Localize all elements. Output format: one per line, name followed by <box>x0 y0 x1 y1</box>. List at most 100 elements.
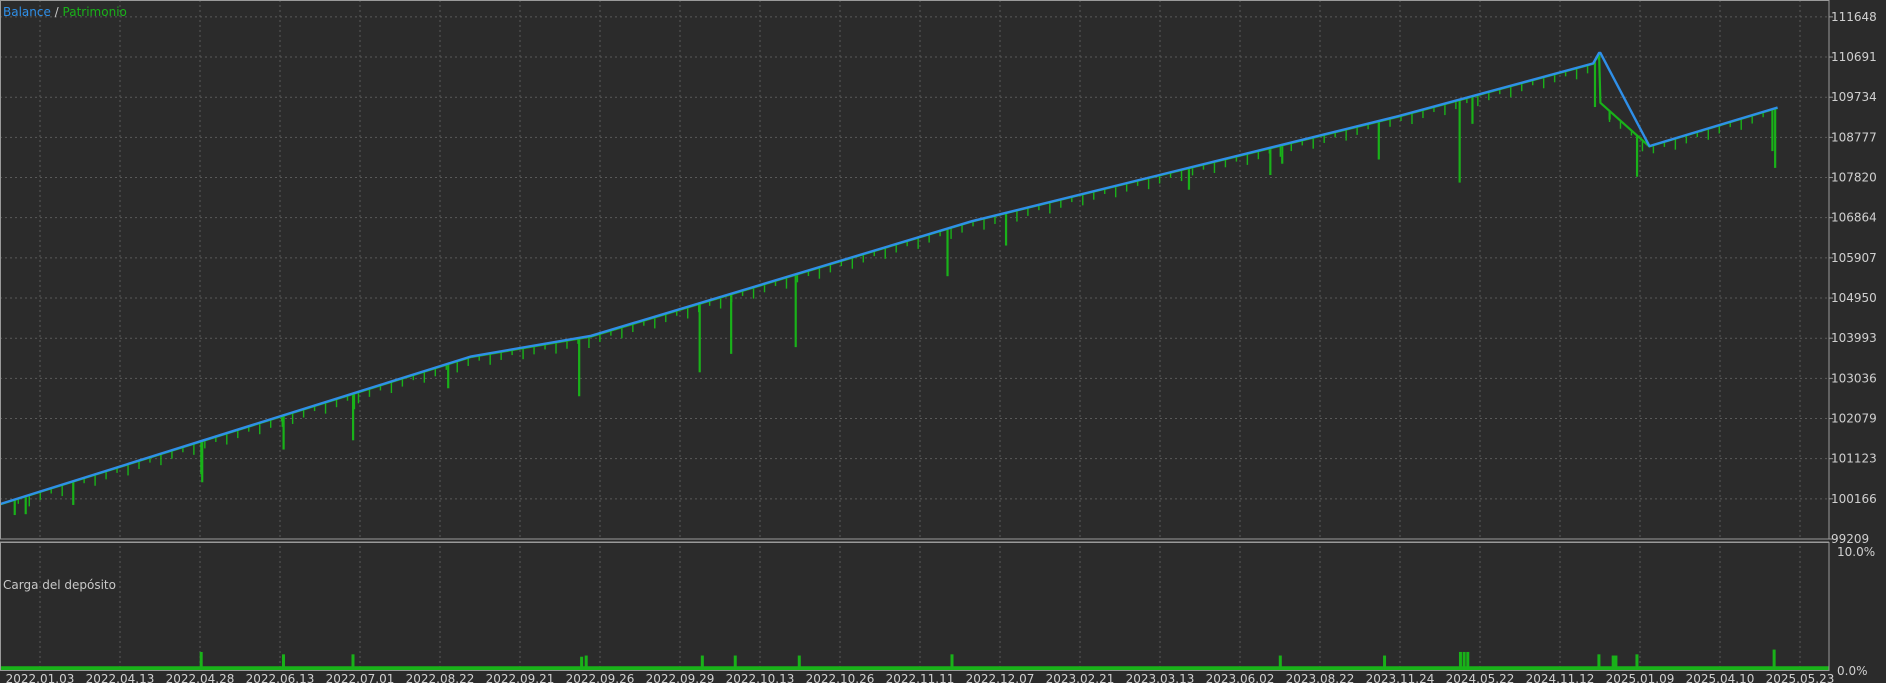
deposit-load-bar <box>351 654 355 671</box>
x-tick-label: 2025.01.09 <box>1606 672 1675 683</box>
deposit-load-bar <box>733 655 737 671</box>
equity-drawdown-mark <box>1471 96 1474 124</box>
x-tick-label: 2023.02.21 <box>1046 672 1115 683</box>
equity-drawdown-mark <box>489 353 491 365</box>
equity-drawdown-mark <box>1378 121 1380 133</box>
equity-drawdown-mark <box>698 303 701 373</box>
equity-drawdown-mark <box>1049 202 1051 214</box>
equity-drawdown-mark <box>1774 108 1777 168</box>
x-tick-label: 2023.03.13 <box>1126 672 1195 683</box>
deposit-load-bar <box>1466 651 1470 671</box>
x-tick-label: 2022.01.03 <box>6 672 75 683</box>
equity-drawdown-mark <box>1213 161 1216 173</box>
deposit-load-bar <box>1462 651 1466 671</box>
equity-drawdown-mark <box>1246 153 1249 165</box>
equity-drawdown-mark <box>1180 170 1183 182</box>
equity-chart: 99209 100166 101123 102079 103036 103993 10495… <box>0 0 1886 683</box>
equity-drawdown-mark <box>1477 95 1479 107</box>
y-tick-label: 110691 <box>1831 50 1877 64</box>
legend: Balance / Patrimonio <box>3 5 127 19</box>
x-tick-label: 2022.09.29 <box>646 672 715 683</box>
x-tick-label: 2022.10.13 <box>726 672 795 683</box>
y-tick-label: 99209 <box>1831 532 1869 546</box>
y-tick-label: 109734 <box>1831 90 1877 104</box>
equity-drawdown-mark <box>566 340 568 349</box>
equity-drawdown-mark <box>1740 118 1742 130</box>
equity-drawdown-mark <box>226 433 228 445</box>
deposit-load-bar <box>199 651 203 671</box>
deposit-panel-label: Carga del depósito <box>3 578 116 592</box>
equity-drawdown-mark <box>1593 61 1597 108</box>
x-tick-label: 2023.08.22 <box>1286 672 1355 683</box>
y-tick-label: 111648 <box>1831 10 1877 24</box>
x-tick-label: 2022.04.13 <box>86 672 155 683</box>
deposit-tick-top: 10.0% <box>1837 545 1875 559</box>
equity-drawdown-mark <box>917 237 919 249</box>
equity-drawdown-mark <box>456 361 458 373</box>
equity-drawdown-mark <box>555 342 557 354</box>
x-tick-label: 2025.04.10 <box>1686 672 1755 683</box>
equity-drawdown-mark <box>324 402 327 414</box>
equity-drawdown-mark <box>730 294 733 354</box>
equity-drawdown-mark <box>1147 178 1150 190</box>
deposit-load-bar <box>1597 654 1601 671</box>
x-axis-ticks: 2022.01.03 2022.04.13 2022.04.28 2022.06.13… <box>6 672 1835 683</box>
equity-drawdown-mark <box>28 495 30 507</box>
equity-drawdown-mark <box>259 423 261 435</box>
equity-drawdown-mark <box>13 499 16 516</box>
deposit-load-bar <box>584 655 588 671</box>
equity-drawdown-mark <box>950 227 952 239</box>
equity-drawdown-mark <box>752 287 755 299</box>
equity-drawdown-mark <box>1411 113 1413 125</box>
deposit-load-bar <box>950 654 954 671</box>
equity-drawdown-mark <box>1281 145 1284 164</box>
legend-equity: Patrimonio <box>63 5 127 19</box>
y-tick-label: 105907 <box>1831 251 1877 265</box>
x-tick-label: 2022.12.07 <box>966 672 1035 683</box>
equity-drawdown-mark <box>160 454 162 466</box>
equity-drawdown-mark <box>1575 68 1578 80</box>
deposit-load-bar <box>281 654 285 671</box>
x-tick-label: 2022.09.21 <box>486 672 555 683</box>
y-tick-label: 103036 <box>1831 371 1877 385</box>
equity-drawdown-mark <box>390 382 393 394</box>
equity-drawdown-mark <box>500 351 502 360</box>
x-tick-label: 2022.09.26 <box>566 672 635 683</box>
equity-drawdown-mark <box>1114 186 1117 198</box>
y-tick-label: 102079 <box>1831 412 1877 426</box>
equity-drawdown-mark <box>884 247 886 259</box>
deposit-load-bar <box>1772 649 1776 671</box>
deposit-load-bar <box>1614 655 1618 671</box>
equity-drawdown-mark <box>654 317 656 329</box>
x-tick-label: 2022.10.26 <box>806 672 875 683</box>
legend-balance: Balance <box>3 5 51 19</box>
equity-drawdown-mark <box>201 441 204 483</box>
equity-drawdown-mark <box>719 297 722 309</box>
equity-drawdown-mark <box>1674 138 1677 150</box>
y-tick-label: 106864 <box>1831 211 1877 225</box>
deposit-load-bar <box>1278 655 1282 671</box>
deposit-load-bar <box>700 655 704 671</box>
deposit-tick-bottom: 0.0% <box>1837 664 1868 678</box>
equity-drawdown-mark <box>1345 129 1347 141</box>
equity-drawdown-mark <box>983 218 985 230</box>
deposit-load-bar <box>1611 655 1615 671</box>
equity-drawdown-mark <box>447 364 450 389</box>
y-tick-label: 107820 <box>1831 171 1877 185</box>
equity-drawdown-mark <box>522 348 524 360</box>
deposit-load-bar <box>1383 655 1387 671</box>
x-tick-label: 2022.07.01 <box>326 672 395 683</box>
y-tick-label: 104950 <box>1831 291 1877 305</box>
y-tick-label: 103993 <box>1831 331 1877 345</box>
equity-drawdown-mark <box>127 464 129 476</box>
x-tick-label: 2022.11.11 <box>886 672 955 683</box>
equity-drawdown-mark <box>533 346 535 355</box>
equity-drawdown-mark <box>1510 86 1512 98</box>
equity-drawdown-mark <box>1444 104 1446 116</box>
equity-drawdown-mark <box>1635 135 1639 177</box>
equity-drawdown-mark <box>24 496 27 515</box>
equity-drawdown-mark <box>794 274 797 348</box>
x-tick-label: 2023.11.24 <box>1366 672 1435 683</box>
equity-drawdown-mark <box>946 229 949 277</box>
x-tick-label: 2023.06.02 <box>1206 672 1275 683</box>
